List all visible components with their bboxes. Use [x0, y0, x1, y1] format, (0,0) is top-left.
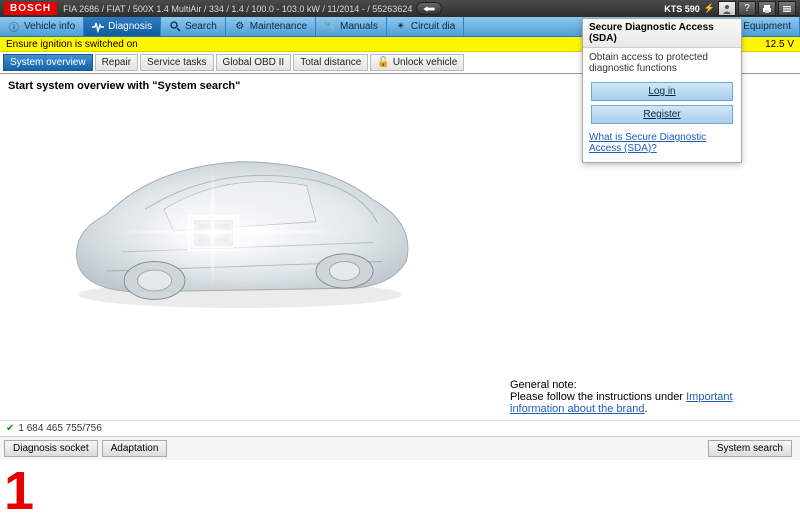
nav-circuit[interactable]: ✴ Circuit dia	[387, 17, 464, 36]
tab-repair[interactable]: Repair	[95, 54, 138, 71]
tab-service-tasks[interactable]: Service tasks	[140, 54, 213, 71]
sda-panel: Secure Diagnostic Access (SDA) Obtain ac…	[582, 18, 742, 163]
menu-icon[interactable]	[778, 1, 796, 16]
footer: Diagnosis socket Adaptation System searc…	[0, 436, 800, 460]
general-note-title: General note:	[510, 379, 790, 391]
sda-what-is-link[interactable]: What is Secure Diagnostic Access (SDA)?	[583, 128, 741, 162]
nav-label: Manuals	[340, 21, 378, 32]
diagnosis-socket-button[interactable]: Diagnosis socket	[4, 440, 98, 457]
nav-label: Search	[185, 21, 217, 32]
tab-global-obd[interactable]: Global OBD II	[216, 54, 292, 71]
nav-label: Maintenance	[250, 21, 307, 32]
user-icon[interactable]	[718, 1, 736, 16]
gear-icon: ⚙	[234, 21, 246, 33]
vehicle-string: FIA 2686 / FIAT / 500X 1.4 MultiAir / 33…	[63, 4, 412, 14]
nav-manuals[interactable]: 🔧 Manuals	[316, 17, 387, 36]
adaptation-button[interactable]: Adaptation	[102, 440, 168, 457]
circuit-icon: ✴	[395, 21, 407, 33]
nav-label: Diagnosis	[108, 21, 152, 32]
diagnosis-icon	[92, 21, 104, 33]
tab-system-overview[interactable]: System overview	[3, 54, 93, 71]
nav-search[interactable]: Search	[161, 17, 226, 36]
nav-diagnosis[interactable]: Diagnosis	[84, 17, 161, 36]
general-note-dot: .	[645, 403, 648, 415]
car-xray-image	[40, 94, 440, 334]
print-icon[interactable]	[758, 1, 776, 16]
tab-total-distance[interactable]: Total distance	[293, 54, 368, 71]
tab-label: Unlock vehicle	[393, 57, 457, 68]
system-search-button[interactable]: System search	[708, 440, 792, 457]
back-button[interactable]	[416, 2, 442, 15]
power-icon: ⚡	[704, 3, 715, 14]
voltage-reading: 12.5 V	[765, 39, 794, 50]
tab-unlock-vehicle[interactable]: 🔓 Unlock vehicle	[370, 54, 464, 71]
sda-login-button[interactable]: Log in	[591, 82, 733, 101]
status-line: ✔ 1 684 465 755/756	[0, 420, 800, 436]
check-icon: ✔	[6, 423, 14, 434]
search-icon	[169, 21, 181, 33]
device-name: KTS 590	[664, 4, 700, 14]
wrench-icon: 🔧	[324, 21, 336, 33]
topbar: BOSCH FIA 2686 / FIAT / 500X 1.4 MultiAi…	[0, 0, 800, 17]
top-icon-group: ?	[718, 1, 796, 16]
sda-header: Secure Diagnostic Access (SDA)	[583, 19, 741, 48]
nav-maintenance[interactable]: ⚙ Maintenance	[226, 17, 316, 36]
ignition-message: Ensure ignition is switched on	[6, 39, 138, 50]
nav-vehicle-info[interactable]: ⓘ Vehicle info	[0, 17, 84, 36]
general-note: General note: Please follow the instruct…	[510, 379, 790, 415]
overlay-number: 1	[4, 460, 34, 522]
nav-label: Circuit dia	[411, 21, 455, 32]
status-code: 1 684 465 755/756	[18, 423, 101, 434]
general-note-text: Please follow the instructions under	[510, 391, 686, 403]
help-icon[interactable]: ?	[738, 1, 756, 16]
nav-label: Vehicle info	[24, 21, 75, 32]
nav-label: Equipment	[743, 21, 791, 32]
sda-register-button[interactable]: Register	[591, 105, 733, 124]
lock-icon: 🔓	[377, 57, 389, 68]
brand-logo: BOSCH	[4, 2, 57, 15]
sda-description: Obtain access to protected diagnostic fu…	[583, 48, 741, 78]
info-icon: ⓘ	[8, 21, 20, 33]
